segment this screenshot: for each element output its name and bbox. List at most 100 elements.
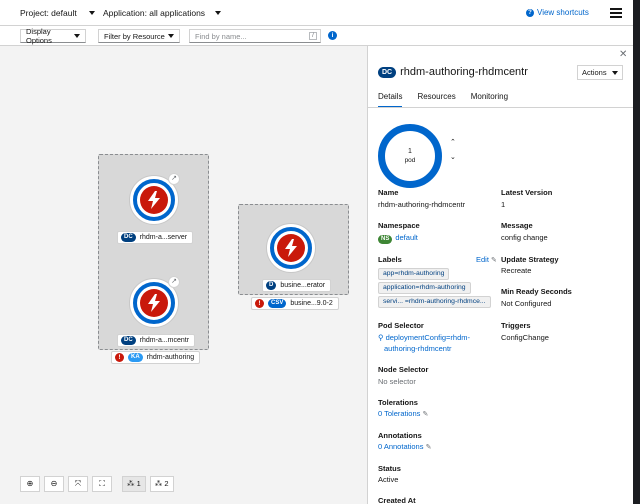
annotations-label: Annotations	[378, 431, 422, 440]
zoom-out-button[interactable]: ⊖	[44, 476, 64, 492]
label-chip[interactable]: servi... =rhdm-authoring-rhdmce...	[378, 296, 491, 308]
node-label-business-operator[interactable]: D busine...erator	[262, 279, 332, 292]
node-label-text: busine...erator	[280, 282, 326, 289]
caret-down-icon	[168, 34, 174, 38]
edit-label: Edit	[476, 255, 489, 264]
group-label-rhdm-authoring[interactable]: KA rhdm-authoring	[111, 351, 201, 364]
pod-selector-label: Pod Selector	[378, 321, 424, 330]
view-shortcuts-label: View shortcuts	[537, 8, 589, 17]
update-strategy-label: Update Strategy	[501, 255, 559, 264]
panel-title-text: rhdm-authoring-rhdmcentr	[400, 66, 528, 78]
dc-badge: DC	[378, 66, 397, 78]
tolerations-link[interactable]: 0 Tolerations ✎	[378, 409, 428, 418]
update-strategy-value: Recreate	[501, 266, 532, 275]
tab-monitoring[interactable]: Monitoring	[471, 92, 508, 108]
group-label-text: busine...9.0-2	[290, 300, 333, 307]
find-by-name-field: /	[189, 29, 321, 43]
panel-title: DC rhdm-authoring-rhdmcentr	[378, 66, 528, 78]
dc-badge: DC	[121, 233, 136, 242]
node-label-rhdm-server[interactable]: DC rhdm-a...server	[117, 231, 194, 244]
window-edge	[633, 0, 640, 504]
triggers-label: Triggers	[501, 321, 531, 330]
alert-icon	[255, 299, 264, 308]
layout-1-label: 1	[136, 479, 141, 488]
tab-resources[interactable]: Resources	[417, 92, 455, 108]
question-circle-icon: ?	[526, 8, 534, 17]
status-label: Status	[378, 464, 401, 473]
application-dropdown-label: Application: all applications	[103, 8, 206, 18]
message-value: config change	[501, 233, 548, 242]
ka-badge: KA	[128, 353, 143, 362]
scale-down-icon[interactable]: ⌄	[450, 153, 456, 161]
name-value: rhdm-authoring-rhdmcentr	[378, 200, 466, 209]
node-selector-value: No selector	[378, 377, 416, 386]
layout-1-button[interactable]: ⁂ 1	[122, 476, 146, 492]
label-chip[interactable]: app=rhdm-authoring	[378, 268, 450, 280]
node-selector-label: Node Selector	[378, 365, 429, 374]
namespace-label: Namespace	[378, 221, 420, 230]
pod-unit: pod	[404, 157, 416, 164]
edit-labels-link[interactable]: Edit ✎	[476, 255, 497, 264]
annotations-value: 0 Annotations	[378, 442, 424, 451]
created-at-label: Created At	[378, 496, 416, 504]
layout-2-button[interactable]: ⁂ 2	[149, 476, 174, 492]
view-shortcuts-link[interactable]: ? View shortcuts	[526, 8, 589, 17]
labels-label: Labels	[378, 255, 402, 264]
list-view-icon[interactable]	[610, 8, 622, 18]
pencil-icon: ✎	[491, 257, 497, 264]
min-ready-seconds-label: Min Ready Seconds	[501, 287, 572, 296]
group-label-text: rhdm-authoring	[146, 354, 195, 361]
layout-2-label: 2	[164, 479, 169, 488]
zoom-in-button[interactable]: ⊕	[20, 476, 40, 492]
lightning-icon	[148, 294, 160, 312]
dc-badge: DC	[121, 336, 136, 345]
pod-selector-link[interactable]: ⚲ deploymentConfig=rhdm-	[378, 333, 470, 342]
workload-node-rhdm-server[interactable]: ↗	[129, 173, 180, 225]
lightning-icon	[148, 191, 160, 209]
pod-ring-chart: 1 pod	[378, 124, 442, 188]
close-icon[interactable]: ✕	[619, 49, 627, 60]
workload-node-business-operator[interactable]	[266, 223, 316, 273]
project-dropdown[interactable]: Project: default	[20, 8, 95, 18]
latest-version-label: Latest Version	[501, 188, 553, 197]
status-value: Active	[378, 475, 399, 484]
node-label-text: rhdm-a...server	[139, 234, 188, 241]
namespace-link[interactable]: NS default	[378, 233, 418, 244]
external-link-icon[interactable]: ↗	[168, 276, 180, 288]
tolerations-value: 0 Tolerations	[378, 409, 421, 418]
min-ready-seconds-value: Not Configured	[501, 299, 552, 308]
caret-down-icon	[215, 11, 222, 15]
layout-icon: ⁂	[127, 479, 135, 488]
tab-details[interactable]: Details	[378, 92, 403, 108]
label-chip[interactable]: application=rhdm-authoring	[378, 282, 471, 294]
application-dropdown[interactable]: Application: all applications	[103, 8, 222, 18]
search-icon: ⚲	[378, 333, 384, 342]
pencil-icon: ✎	[425, 444, 432, 451]
pod-selector-value-line1: deploymentConfig=rhdm-	[385, 333, 471, 342]
annotations-link[interactable]: 0 Annotations ✎	[378, 442, 431, 451]
alert-icon	[115, 353, 124, 362]
d-badge: D	[266, 281, 277, 290]
scale-up-icon[interactable]: ⌃	[450, 138, 456, 146]
filter-by-resource-dropdown[interactable]: Filter by Resource	[98, 29, 180, 43]
project-bar: Project: default Application: all applic…	[0, 0, 640, 26]
display-options-label: Display Options	[26, 27, 52, 45]
node-label-rhdm-centr[interactable]: DC rhdm-a...mcentr	[117, 334, 196, 347]
namespace-value: default	[395, 233, 418, 242]
pod-count: 1	[408, 148, 412, 155]
name-label: Name	[378, 188, 399, 197]
pod-selector-value-line2[interactable]: authoring-rhdmcentr	[384, 344, 452, 353]
ns-badge: NS	[378, 235, 393, 244]
info-icon[interactable]: i	[328, 31, 337, 40]
group-label-business-csv[interactable]: CSV busine...9.0-2	[251, 297, 339, 310]
actions-dropdown[interactable]: Actions	[577, 65, 623, 80]
fit-to-screen-button[interactable]: ⤧	[68, 476, 88, 492]
csv-badge: CSV	[268, 299, 287, 308]
external-link-icon[interactable]: ↗	[168, 173, 180, 185]
search-input[interactable]	[195, 31, 305, 41]
display-options-dropdown[interactable]: Display Options	[20, 27, 86, 45]
reset-view-button[interactable]: ⛶	[92, 476, 112, 492]
topology-canvas[interactable]: ↗ DC rhdm-a...server ↗ DC rhdm-a...mcent…	[0, 46, 367, 504]
workload-node-rhdm-centr[interactable]: ↗	[129, 276, 180, 328]
project-dropdown-label: Project: default	[20, 8, 77, 18]
